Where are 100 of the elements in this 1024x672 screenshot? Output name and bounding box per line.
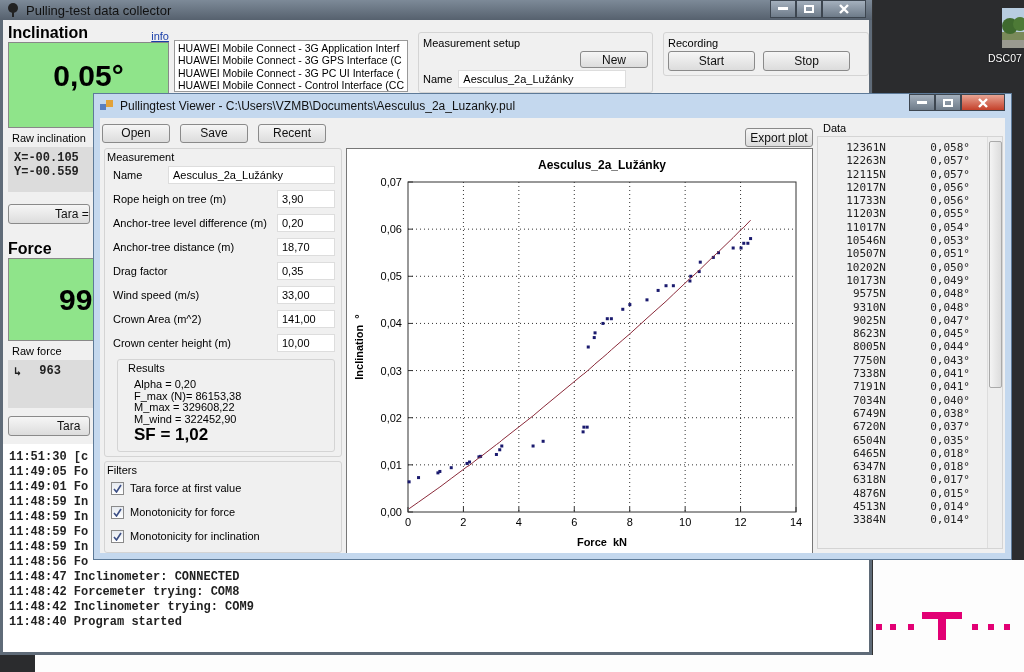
force-cell-text: 6347N (851, 460, 886, 474)
inclination-cell-text: 0,058° (929, 141, 970, 155)
inclination-cell-text: 0,050° (929, 260, 970, 274)
force-cell-text: 9575N (851, 287, 886, 301)
result-line: M_max = 329608,22 (134, 402, 235, 414)
chart-title: Aesculus_2a_Lužánky (537, 158, 667, 172)
log-line: 11:48:59 In (9, 510, 89, 525)
force-cell-text: 12017N (845, 180, 886, 195)
window-title: Pullingtest Viewer - C:\Users\VZMB\Documents\Aesculus_2a_Luzanky.pul (120, 99, 517, 113)
raw-value: 963 (39, 364, 61, 380)
inclination-cell-text: 0,038° (929, 406, 970, 421)
tick-label: 2 (460, 516, 467, 528)
force-cell-text: 7338N (851, 367, 886, 381)
force-cell-text: 7750N (851, 353, 886, 368)
inclination-cell-text: 0,045° (929, 327, 970, 341)
tick-label: 0,06 (380, 223, 402, 236)
log-line: 11:48:56 Fo (9, 555, 89, 570)
raw-value: Y=-00.559 (14, 164, 79, 179)
tick-label: 0,07 (380, 176, 402, 188)
group-label: Recording (668, 37, 720, 49)
tick-label: 14 (789, 516, 803, 528)
tick-label: 0 (404, 516, 412, 528)
force-cell-text: 12115N (845, 167, 886, 181)
safety-factor: SF = 1,02 (134, 425, 210, 445)
field-label: Anchor-tree level difference (m) (113, 217, 267, 229)
raw-symbol: ↳ (14, 364, 22, 380)
force-cell-text: 10507N (845, 247, 886, 261)
tick-label: 0,05 (380, 270, 402, 283)
inclination-cell-text: 0,037° (929, 420, 970, 434)
x-axis-label: Force kN (576, 536, 628, 548)
tick-label: 0,02 (380, 411, 402, 424)
field-label: Raw inclination (12, 131, 86, 144)
group-label: Data (823, 122, 848, 134)
force-cell-text: 6318N (851, 473, 886, 487)
force-cell-text: 6465N (851, 446, 886, 461)
window-title: Pulling-test data collector (26, 2, 173, 18)
inclination-cell-text: 0,047° (929, 313, 970, 328)
inclination-cell-text: 0,035° (929, 433, 970, 447)
checkbox-label: Monotonicity for inclination (130, 530, 260, 542)
force-cell-text: 12361N (845, 141, 886, 155)
force-cell-text: 8005N (851, 340, 886, 354)
inclination-cell-text: 0,057° (929, 167, 970, 181)
force-cell-text: 4876N (851, 486, 886, 500)
y-axis-label: Inclination ° (353, 314, 365, 380)
group-label: Measurement (107, 151, 176, 163)
inclination-cell-text: 0,014° (929, 500, 970, 514)
field-label: Anchor-tree distance (m) (113, 241, 235, 253)
inclination-cell-text: 0,040° (929, 393, 970, 407)
force-cell-text: 10202N (845, 260, 886, 274)
tick-label: 0,03 (380, 364, 402, 377)
tick-label: 0,04 (380, 317, 402, 330)
inclination-cell-text: 0,048° (929, 287, 970, 301)
force-cell-text: 6504N (851, 433, 886, 447)
result-line: F_max (N)= 86153,38 (134, 390, 243, 402)
force-cell-text: 7191N (851, 380, 886, 394)
field-label: Rope heigh on tree (m) (113, 193, 227, 205)
group-label: Filters (107, 464, 138, 476)
inclination-cell-text: 0,054° (929, 220, 970, 235)
checkbox-label: Tara force at first value (130, 482, 242, 494)
field-label: Drag factor (113, 265, 168, 277)
force-cell-text: 11203N (845, 207, 886, 221)
log-line: 11:48:47 Inclinometer: CONNECTED (9, 570, 240, 585)
force-cell-text: 11017N (845, 220, 886, 235)
force-cell-text: 7034N (851, 393, 886, 407)
field-label: Crown center height (m) (113, 337, 231, 349)
inclination-cell-text: 0,041° (929, 380, 970, 394)
result-line: Alpha = 0,20 (134, 379, 198, 391)
tick-label: 4 (515, 516, 522, 528)
group-label: Results (128, 362, 166, 374)
inclination-cell-text: 0,044° (929, 340, 970, 354)
log-line: 11:48:42 Inclinometer trying: COM9 (9, 600, 254, 615)
inclination-cell-text: 0,055° (929, 207, 970, 221)
section-heading: Inclination (8, 24, 88, 42)
inclination-cell-text: 0,057° (929, 154, 970, 168)
log-line: 11:48:42 Forcemeter trying: COM8 (9, 585, 240, 600)
group-label: Measurement setup (423, 37, 522, 49)
file-label: DSC07 (988, 52, 1022, 64)
tick-label: 6 (571, 516, 578, 528)
inclination-value: 0,05° (53, 61, 124, 91)
inclination-cell-text: 0,041° (929, 367, 970, 381)
inclination-cell-text: 0,056° (929, 194, 970, 208)
field-label: Wind speed (m/s) (113, 289, 200, 301)
field-label: Name (113, 169, 143, 181)
force-cell-text: 4513N (851, 500, 886, 514)
tick-label: 0,00 (380, 506, 402, 518)
tick-label: 8 (626, 516, 633, 528)
inclination-cell-text: 0,017° (929, 473, 970, 487)
tick-label: 0,01 (380, 458, 402, 471)
log-line: 11:48:59 Fo (9, 525, 89, 540)
inclination-cell-text: 0,015° (929, 486, 970, 500)
force-cell-text: 12263N (845, 154, 886, 168)
field-label: Raw force (12, 345, 62, 358)
field-label: Crown Area (m^2) (113, 313, 202, 325)
inclination-cell-text: 0,043° (929, 353, 970, 368)
raw-value: X=-00.105 (14, 150, 79, 165)
force-cell-text: 8623N (851, 327, 886, 341)
inclination-cell-text: 0,018° (929, 460, 970, 474)
inclination-cell-text: 0,053° (929, 234, 970, 248)
force-cell-text: 11733N (845, 194, 886, 208)
inclination-cell-text: 0,048° (929, 300, 970, 314)
